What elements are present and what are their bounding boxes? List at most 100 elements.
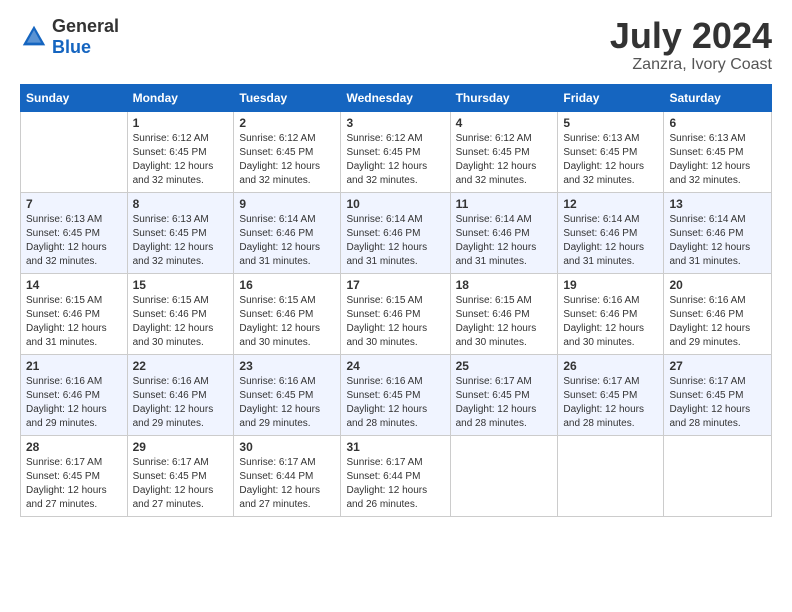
table-row: 10 Sunrise: 6:14 AM Sunset: 6:46 PM Dayli… [341,192,450,273]
table-row: 4Sunrise: 6:12 AM Sunset: 6:45 PM Daylig… [450,111,558,192]
table-row: 6 Sunrise: 6:13 AM Sunset: 6:45 PM Daylig… [664,111,772,192]
day-number: 5 [563,116,658,130]
table-row: 21 Sunrise: 6:16 AM Sunset: 6:46 PM Dayli… [21,354,128,435]
day-number: 25 [456,359,553,373]
calendar-week-3: 14 Sunrise: 6:15 AM Sunset: 6:46 PM Dayli… [21,273,772,354]
table-row: 8Sunrise: 6:13 AM Sunset: 6:45 PM Daylig… [127,192,234,273]
day-number: 29 [133,440,229,454]
day-info: Sunrise: 6:13 AM Sunset: 6:45 PM Dayligh… [563,132,658,188]
calendar-week-4: 21 Sunrise: 6:16 AM Sunset: 6:46 PM Dayli… [21,354,772,435]
day-info: Sunrise: 6:13 AM Sunset: 6:45 PM Dayligh… [133,213,229,269]
day-info: Sunrise: 6:14 AM Sunset: 6:46 PM Dayligh… [669,213,766,269]
day-info: Sunrise: 6:16 AM Sunset: 6:45 PM Dayligh… [239,375,335,431]
col-thursday: Thursday [450,84,558,111]
col-monday: Monday [127,84,234,111]
day-number: 26 [563,359,658,373]
col-sunday: Sunday [21,84,128,111]
table-row: 2Sunrise: 6:12 AM Sunset: 6:45 PM Daylig… [234,111,341,192]
day-number: 20 [669,278,766,292]
table-row [558,435,664,516]
table-row: 20Sunrise: 6:16 AM Sunset: 6:46 PM Dayli… [664,273,772,354]
day-number: 3 [346,116,444,130]
table-row: 31 Sunrise: 6:17 AM Sunset: 6:44 PM Dayli… [341,435,450,516]
logo-text: General Blue [52,16,119,58]
day-info: Sunrise: 6:17 AM Sunset: 6:45 PM Dayligh… [563,375,658,431]
logo-icon [20,23,48,51]
day-info: Sunrise: 6:16 AM Sunset: 6:46 PM Dayligh… [26,375,122,431]
day-number: 30 [239,440,335,454]
table-row [21,111,128,192]
day-number: 6 [669,116,766,130]
day-info: Sunrise: 6:16 AM Sunset: 6:46 PM Dayligh… [563,294,658,350]
table-row [664,435,772,516]
day-info: Sunrise: 6:15 AM Sunset: 6:46 PM Dayligh… [133,294,229,350]
logo-general: General [52,16,119,36]
title-block: July 2024 Zanzra, Ivory Coast [610,16,772,74]
day-number: 27 [669,359,766,373]
calendar-week-1: 1 Sunrise: 6:12 AM Sunset: 6:45 PM Daylig… [21,111,772,192]
day-number: 23 [239,359,335,373]
day-info: Sunrise: 6:13 AM Sunset: 6:45 PM Dayligh… [26,213,122,269]
day-info: Sunrise: 6:12 AM Sunset: 6:45 PM Dayligh… [239,132,335,188]
day-number: 17 [346,278,444,292]
table-row: 23 Sunrise: 6:16 AM Sunset: 6:45 PM Dayli… [234,354,341,435]
day-info: Sunrise: 6:17 AM Sunset: 6:44 PM Dayligh… [239,456,335,512]
day-info: Sunrise: 6:15 AM Sunset: 6:46 PM Dayligh… [239,294,335,350]
col-tuesday: Tuesday [234,84,341,111]
day-info: Sunrise: 6:17 AM Sunset: 6:45 PM Dayligh… [669,375,766,431]
day-number: 14 [26,278,122,292]
day-number: 12 [563,197,658,211]
day-info: Sunrise: 6:15 AM Sunset: 6:46 PM Dayligh… [26,294,122,350]
calendar-week-5: 28 Sunrise: 6:17 AM Sunset: 6:45 PM Dayli… [21,435,772,516]
table-row: 11Sunrise: 6:14 AM Sunset: 6:46 PM Dayli… [450,192,558,273]
table-row: 26 Sunrise: 6:17 AM Sunset: 6:45 PM Dayli… [558,354,664,435]
day-info: Sunrise: 6:17 AM Sunset: 6:44 PM Dayligh… [346,456,444,512]
header-row: Sunday Monday Tuesday Wednesday Thursday… [21,84,772,111]
main-title: July 2024 [610,16,772,56]
day-info: Sunrise: 6:14 AM Sunset: 6:46 PM Dayligh… [239,213,335,269]
table-row: 29 Sunrise: 6:17 AM Sunset: 6:45 PM Dayli… [127,435,234,516]
table-row: 9 Sunrise: 6:14 AM Sunset: 6:46 PM Daylig… [234,192,341,273]
table-row: 22Sunrise: 6:16 AM Sunset: 6:46 PM Dayli… [127,354,234,435]
table-row: 28 Sunrise: 6:17 AM Sunset: 6:45 PM Dayli… [21,435,128,516]
day-number: 22 [133,359,229,373]
calendar-table: Sunday Monday Tuesday Wednesday Thursday… [20,84,772,517]
day-number: 1 [133,116,229,130]
day-number: 31 [346,440,444,454]
day-number: 24 [346,359,444,373]
table-row: 1Sunrise: 6:12 AM Sunset: 6:45 PM Daylig… [127,111,234,192]
day-info: Sunrise: 6:13 AM Sunset: 6:45 PM Dayligh… [669,132,766,188]
table-row: 7Sunrise: 6:13 AM Sunset: 6:45 PM Daylig… [21,192,128,273]
table-row: 3 Sunrise: 6:12 AM Sunset: 6:45 PM Daylig… [341,111,450,192]
day-info: Sunrise: 6:15 AM Sunset: 6:46 PM Dayligh… [346,294,444,350]
day-number: 11 [456,197,553,211]
header: General Blue July 2024 Zanzra, Ivory Coa… [20,16,772,74]
day-number: 21 [26,359,122,373]
day-info: Sunrise: 6:17 AM Sunset: 6:45 PM Dayligh… [26,456,122,512]
day-number: 18 [456,278,553,292]
table-row: 19Sunrise: 6:16 AM Sunset: 6:46 PM Dayli… [558,273,664,354]
logo: General Blue [20,16,119,58]
day-number: 28 [26,440,122,454]
table-row: 16 Sunrise: 6:15 AM Sunset: 6:46 PM Dayli… [234,273,341,354]
day-number: 9 [239,197,335,211]
day-number: 10 [346,197,444,211]
day-info: Sunrise: 6:14 AM Sunset: 6:46 PM Dayligh… [346,213,444,269]
day-info: Sunrise: 6:12 AM Sunset: 6:45 PM Dayligh… [346,132,444,188]
day-number: 16 [239,278,335,292]
calendar-week-2: 7Sunrise: 6:13 AM Sunset: 6:45 PM Daylig… [21,192,772,273]
col-wednesday: Wednesday [341,84,450,111]
table-row: 12Sunrise: 6:14 AM Sunset: 6:46 PM Dayli… [558,192,664,273]
day-info: Sunrise: 6:17 AM Sunset: 6:45 PM Dayligh… [133,456,229,512]
day-info: Sunrise: 6:16 AM Sunset: 6:45 PM Dayligh… [346,375,444,431]
day-info: Sunrise: 6:17 AM Sunset: 6:45 PM Dayligh… [456,375,553,431]
table-row: 14 Sunrise: 6:15 AM Sunset: 6:46 PM Dayli… [21,273,128,354]
table-row [450,435,558,516]
table-row: 18 Sunrise: 6:15 AM Sunset: 6:46 PM Dayli… [450,273,558,354]
day-info: Sunrise: 6:15 AM Sunset: 6:46 PM Dayligh… [456,294,553,350]
table-row: 27 Sunrise: 6:17 AM Sunset: 6:45 PM Dayli… [664,354,772,435]
table-row: 25 Sunrise: 6:17 AM Sunset: 6:45 PM Dayli… [450,354,558,435]
col-saturday: Saturday [664,84,772,111]
day-number: 15 [133,278,229,292]
subtitle: Zanzra, Ivory Coast [610,56,772,74]
